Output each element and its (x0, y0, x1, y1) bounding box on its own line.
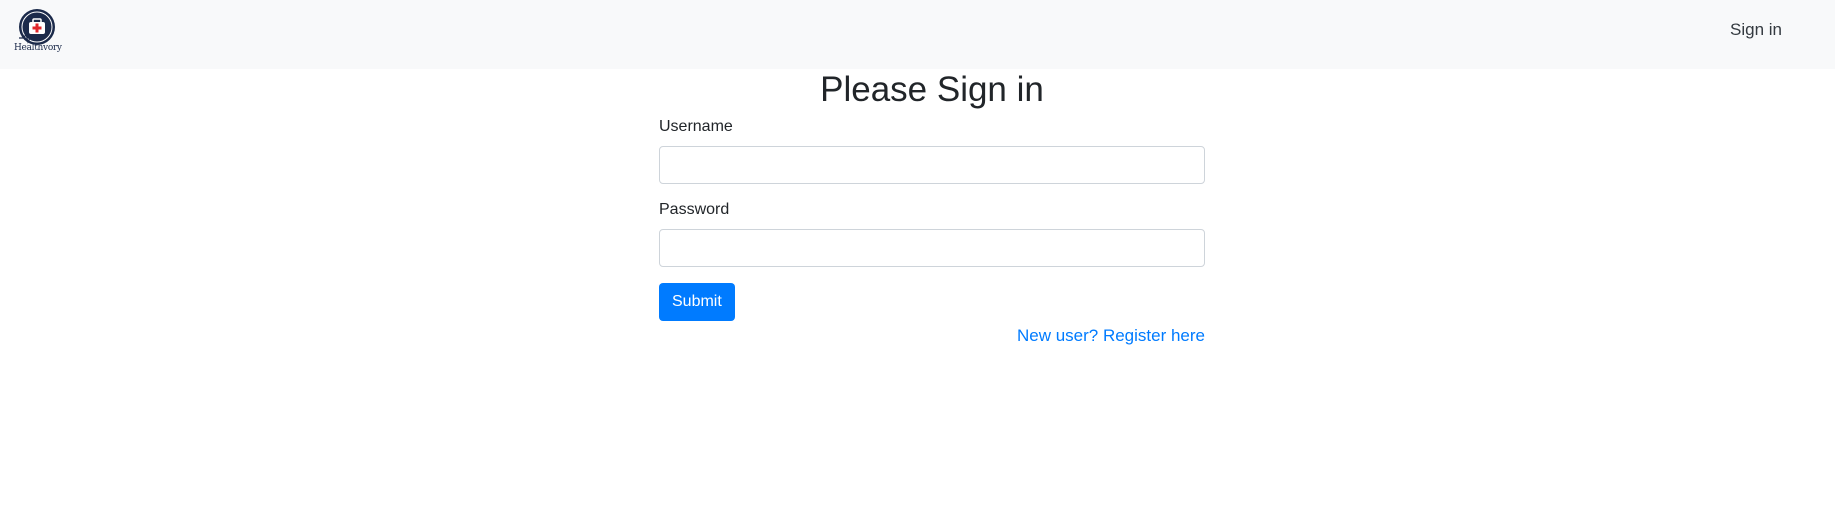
register-link[interactable]: New user? Register here (1017, 326, 1205, 345)
username-label: Username (659, 118, 733, 135)
nav-sign-in-link[interactable]: Sign in (1730, 20, 1782, 40)
password-input[interactable] (659, 229, 1205, 267)
brand-logo[interactable]: Healthvory (14, 8, 62, 56)
page-title: Please Sign in (820, 70, 1044, 109)
password-group: Password (659, 200, 1205, 267)
login-form-container: Please Sign in Username Password Submit … (659, 69, 1205, 346)
logo-text: Healthvory (14, 43, 62, 53)
register-row: New user? Register here (659, 326, 1205, 346)
username-input[interactable] (659, 146, 1205, 184)
username-group: Username (659, 117, 1205, 184)
submit-button[interactable]: Submit (659, 283, 735, 321)
top-navbar: Healthvory Sign in (0, 0, 1835, 69)
medical-bag-logo-icon (19, 9, 55, 45)
password-label: Password (659, 201, 730, 218)
